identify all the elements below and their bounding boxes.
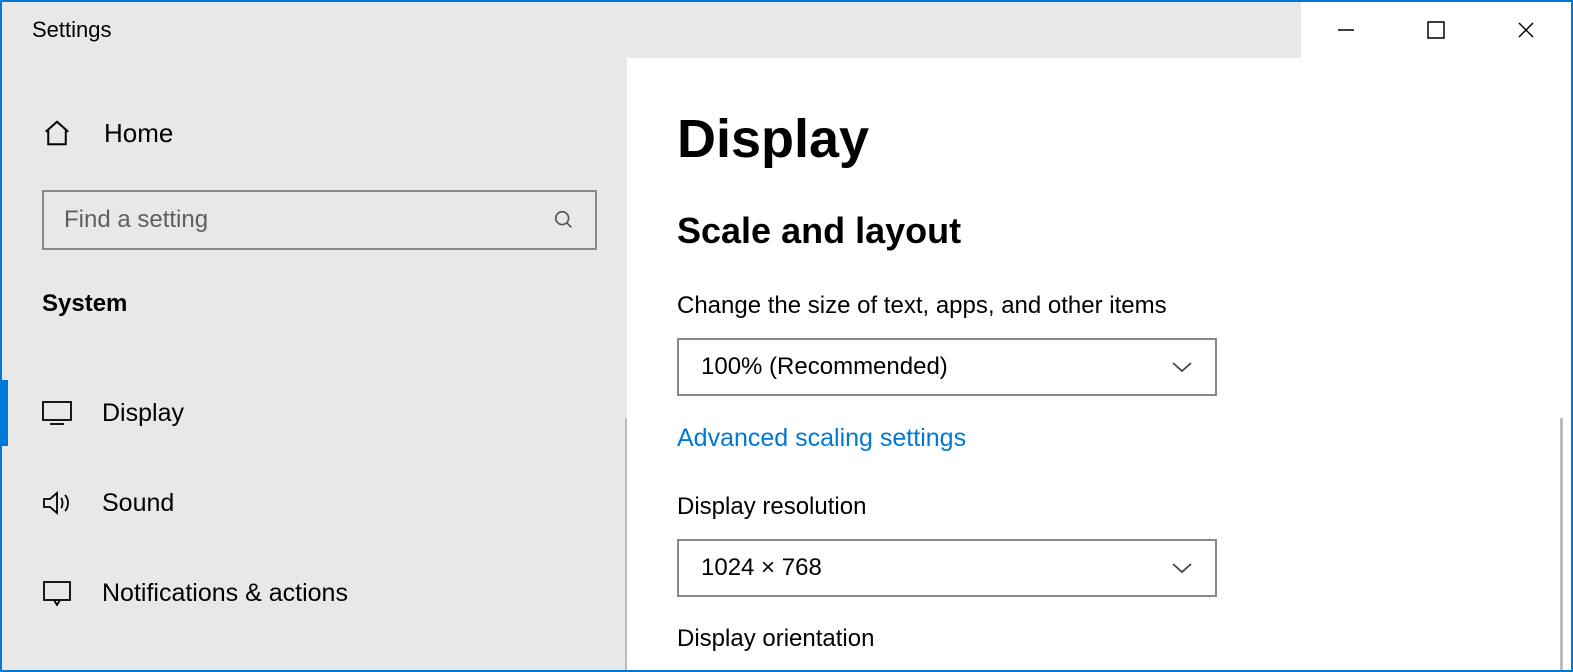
settings-window: Settings Home: [0, 0, 1573, 672]
search-input[interactable]: [64, 206, 553, 234]
search-icon: [553, 209, 575, 231]
window-controls: [1301, 2, 1571, 58]
sidebar-category: System: [2, 250, 627, 338]
chevron-down-icon: [1171, 554, 1193, 582]
sidebar-item-label: Display: [102, 399, 184, 428]
home-label: Home: [104, 118, 173, 149]
minimize-button[interactable]: [1301, 2, 1391, 58]
scale-dropdown[interactable]: 100% (Recommended): [677, 338, 1217, 396]
maximize-icon: [1427, 21, 1445, 39]
sound-icon: [42, 489, 72, 517]
orientation-label: Display orientation: [677, 625, 1571, 653]
scale-value: 100% (Recommended): [701, 353, 948, 381]
resolution-value: 1024 × 768: [701, 554, 822, 582]
home-icon: [42, 118, 72, 148]
resolution-label: Display resolution: [677, 493, 1571, 521]
titlebar: Settings: [2, 2, 1571, 58]
close-icon: [1516, 20, 1536, 40]
sidebar-item-display[interactable]: Display: [2, 368, 627, 458]
sidebar-item-notifications[interactable]: Notifications & actions: [2, 548, 627, 638]
page-title: Display: [677, 108, 1571, 170]
sidebar-item-sound[interactable]: Sound: [2, 458, 627, 548]
sidebar-nav: Display Sound Notifications & actions: [2, 368, 627, 638]
content-scrollbar[interactable]: [1560, 418, 1563, 670]
advanced-scaling-link[interactable]: Advanced scaling settings: [677, 424, 966, 453]
search-container: [2, 168, 627, 250]
home-button[interactable]: Home: [2, 98, 627, 168]
sidebar-item-label: Notifications & actions: [102, 579, 348, 608]
sidebar: Home System Display: [2, 58, 627, 670]
sidebar-item-label: Sound: [102, 489, 174, 518]
window-title: Settings: [2, 17, 112, 43]
close-button[interactable]: [1481, 2, 1571, 58]
scale-label: Change the size of text, apps, and other…: [677, 292, 1571, 320]
chevron-down-icon: [1171, 353, 1193, 381]
maximize-button[interactable]: [1391, 2, 1481, 58]
display-icon: [42, 399, 72, 427]
resolution-dropdown[interactable]: 1024 × 768: [677, 539, 1217, 597]
minimize-icon: [1336, 20, 1356, 40]
section-title: Scale and layout: [677, 210, 1571, 252]
search-box[interactable]: [42, 190, 597, 250]
window-body: Home System Display: [2, 58, 1571, 670]
main-content: Display Scale and layout Change the size…: [627, 58, 1571, 670]
notifications-icon: [42, 579, 72, 607]
